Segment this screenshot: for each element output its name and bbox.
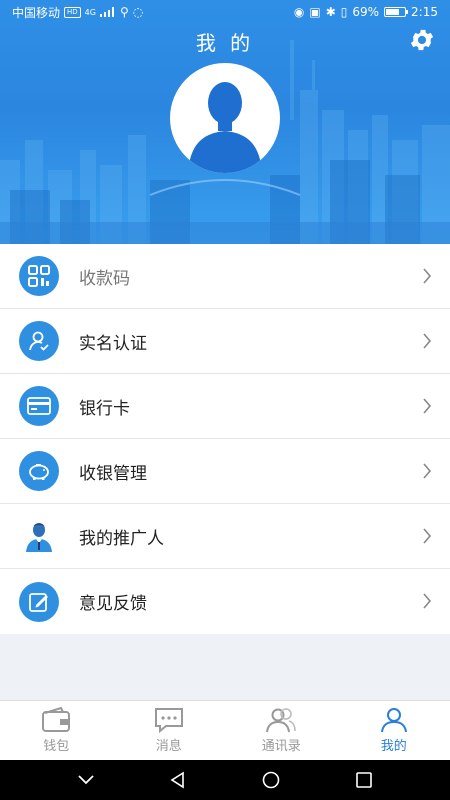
chevron-right-icon — [423, 463, 432, 479]
menu-item-payment-code[interactable]: 收款码 — [0, 244, 450, 309]
vibrate-icon: ▯ — [340, 5, 348, 19]
status-bar: 中国移动 HD 4G ⚲ ◌ ◉ ▣ ✱ ▯ 69% 2:15 — [0, 0, 450, 24]
user-verify-icon — [19, 321, 59, 361]
profile-menu: 收款码 实名认证 银行卡 收银管理 我的推广人 意见反馈 — [0, 244, 450, 634]
default-avatar-icon — [188, 82, 262, 173]
feedback-edit-icon — [19, 581, 59, 622]
profile-header: 中国移动 HD 4G ⚲ ◌ ◉ ▣ ✱ ▯ 69% 2:15 我 的 — [0, 0, 450, 244]
hd-badge: HD — [64, 6, 81, 18]
page-title: 我 的 — [195, 31, 255, 55]
chevron-down-icon[interactable] — [77, 774, 95, 786]
signal-icon — [99, 7, 114, 17]
tab-label: 消息 — [155, 739, 182, 754]
notification-icon: ▣ — [309, 5, 321, 19]
carrier-name: 中国移动 — [12, 5, 61, 20]
back-triangle-icon[interactable] — [169, 771, 187, 789]
eye-icon: ◉ — [293, 5, 305, 19]
recents-square-icon[interactable] — [355, 771, 373, 789]
menu-item-label: 意见反馈 — [79, 594, 147, 614]
clock-time: 2:15 — [411, 5, 438, 19]
home-circle-icon[interactable] — [261, 770, 281, 790]
tab-messages[interactable]: 消息 — [113, 701, 226, 760]
chevron-right-icon — [423, 398, 432, 414]
menu-item-label: 我的推广人 — [79, 528, 164, 549]
battery-percent: 69% — [352, 5, 380, 19]
menu-item-bank-card[interactable]: 银行卡 — [0, 374, 450, 439]
menu-item-feedback[interactable]: 意见反馈 — [0, 569, 450, 634]
system-navigation-bar — [0, 760, 450, 800]
tab-label: 我的 — [380, 739, 407, 754]
tab-profile[interactable]: 我的 — [338, 701, 450, 760]
menu-item-label: 收银管理 — [79, 463, 147, 484]
menu-item-label: 实名认证 — [79, 333, 147, 354]
menu-item-real-name-auth[interactable]: 实名认证 — [0, 309, 450, 374]
network-type: 4G — [84, 7, 96, 17]
piggy-bank-icon — [19, 451, 59, 491]
menu-item-cashier-management[interactable]: 收银管理 — [0, 439, 450, 504]
menu-item-label: 银行卡 — [79, 398, 130, 419]
wallet-icon — [42, 707, 71, 732]
bluetooth-icon: ✱ — [325, 5, 336, 19]
bottom-tab-bar: 钱包 消息 通讯录 我的 — [0, 700, 450, 760]
promoter-icon — [19, 516, 59, 556]
settings-gear-icon[interactable] — [408, 26, 436, 54]
tab-contacts[interactable]: 通讯录 — [225, 701, 338, 760]
chevron-right-icon — [423, 528, 432, 544]
contacts-icon — [266, 708, 297, 733]
tab-wallet[interactable]: 钱包 — [0, 701, 113, 760]
tab-label: 钱包 — [43, 739, 70, 754]
chevron-right-icon — [423, 268, 432, 284]
profile-icon — [380, 708, 407, 733]
qr-code-icon — [19, 256, 59, 296]
message-icon — [154, 708, 183, 733]
sync-icon: ◌ — [132, 5, 144, 19]
usb-icon: ⚲ — [119, 5, 129, 19]
tab-label: 通讯录 — [261, 739, 301, 754]
menu-item-label: 收款码 — [79, 268, 130, 289]
chevron-right-icon — [423, 333, 432, 349]
bank-card-icon — [19, 386, 59, 426]
battery-icon — [384, 7, 409, 17]
user-avatar[interactable] — [170, 63, 280, 173]
menu-item-my-promoter[interactable]: 我的推广人 — [0, 504, 450, 569]
chevron-right-icon — [423, 593, 432, 609]
